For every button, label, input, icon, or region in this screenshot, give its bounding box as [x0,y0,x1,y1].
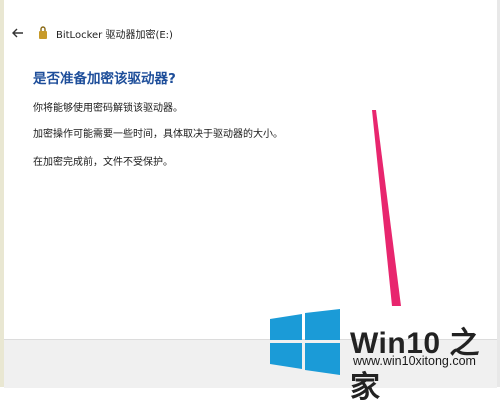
windows-logo-icon [270,309,340,375]
watermark-site: www.win10xitong.com [353,354,476,368]
